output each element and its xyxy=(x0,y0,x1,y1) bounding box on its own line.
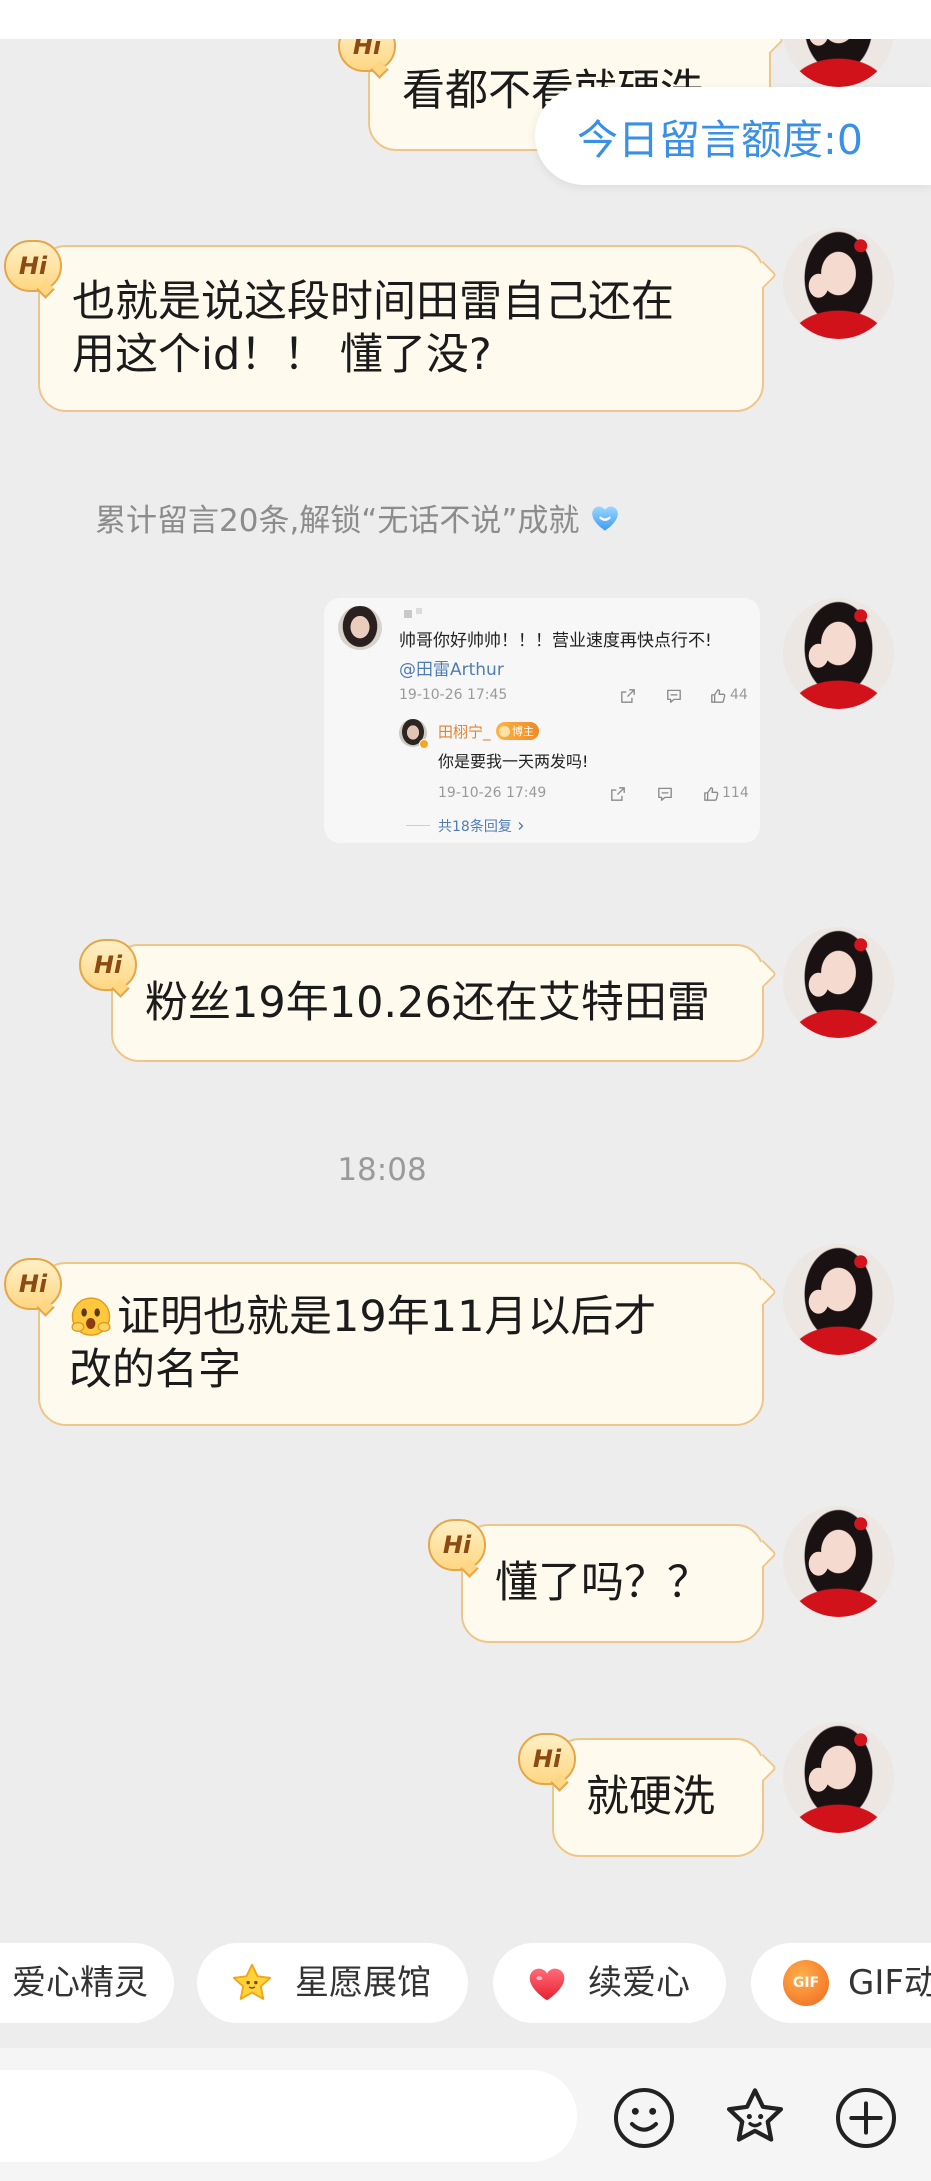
message-input[interactable] xyxy=(0,2070,577,2162)
quick-action-label: GIF动 xyxy=(848,1963,931,2003)
message-bubble[interactable]: 也就是说这段时间田雷自己还在 用这个id！！ 懂了没? xyxy=(38,245,764,412)
message-text: 粉丝19年10.26还在艾特田雷 xyxy=(145,977,710,1028)
quick-action-gif[interactable]: GIF GIF动 xyxy=(751,1943,931,2023)
hi-badge: Hi xyxy=(428,1519,486,1571)
chat-timestamp: 18:08 xyxy=(337,1152,427,1188)
sender-avatar[interactable] xyxy=(783,927,894,1038)
blurred-name-pixel xyxy=(416,608,422,614)
hi-badge: Hi xyxy=(4,240,62,292)
like-icon xyxy=(704,787,719,801)
message-text-line: 也就是说这段时间田雷自己还在 xyxy=(72,276,674,327)
sender-avatar[interactable] xyxy=(783,1506,894,1617)
mouth-covering-face-icon xyxy=(71,1296,111,1336)
comment-like-count: 44 xyxy=(730,687,748,703)
author-badge-label: 博主 xyxy=(512,725,534,738)
more-replies-label: 共18条回复 xyxy=(438,819,512,835)
message-text-line: 证明也就是19年11月以后才 xyxy=(69,1291,738,1344)
heart-icon xyxy=(529,1968,565,2001)
commenter-avatar xyxy=(338,606,382,650)
plus-circle-icon[interactable] xyxy=(834,2086,898,2150)
sender-avatar[interactable] xyxy=(783,228,894,339)
message-text: 懂了吗？？ xyxy=(495,1558,710,1608)
image-message[interactable]: 帅哥你好帅帅！！！营业速度再快点行不! @田雷Arthur 19-10-26 1… xyxy=(324,598,760,843)
hi-badge: Hi xyxy=(518,1733,576,1785)
message-bubble[interactable]: 懂了吗？？ xyxy=(461,1524,764,1643)
emoji-smiley-icon[interactable] xyxy=(612,2086,676,2150)
reply-author: 田栩宁_ xyxy=(438,723,491,741)
quick-action-star-gallery[interactable]: 星愿展馆 xyxy=(197,1943,468,2023)
quick-action-renew-love[interactable]: 续爱心 xyxy=(493,1943,726,2023)
blue-heart-icon xyxy=(592,506,619,531)
comment-icon xyxy=(658,787,672,801)
reply-like-count: 114 xyxy=(722,785,749,801)
blurred-name-pixel xyxy=(404,610,412,618)
message-bubble[interactable]: 就硬洗 xyxy=(552,1738,764,1857)
message-text-line: 改的名字 xyxy=(69,1345,241,1395)
message-bubble[interactable]: 证明也就是19年11月以后才 改的名字 xyxy=(38,1262,764,1426)
daily-quota-label: 今日留言额度:0 xyxy=(577,116,863,164)
gif-icon: GIF xyxy=(783,1960,829,2006)
share-icon xyxy=(621,689,635,703)
message-text-line: 用这个id！！ 懂了没? xyxy=(72,329,492,380)
badge-face-icon xyxy=(499,725,510,737)
star-icon xyxy=(232,1963,272,2000)
daily-quota-pill: 今日留言额度:0 xyxy=(535,87,931,185)
quick-action-label: 星愿展馆 xyxy=(295,1963,431,2003)
comment-mention: @田雷Arthur xyxy=(399,660,504,680)
message-text: 就硬洗 xyxy=(586,1772,715,1822)
hi-badge: Hi xyxy=(4,1258,62,1310)
reply-time: 19-10-26 17:49 xyxy=(438,785,547,801)
message-bubble[interactable]: 粉丝19年10.26还在艾特田雷 xyxy=(111,944,764,1062)
sender-avatar[interactable] xyxy=(783,598,894,709)
like-icon xyxy=(711,689,726,703)
quick-action-label: 续爱心 xyxy=(588,1963,690,2003)
chevron-right-icon xyxy=(518,822,524,830)
top-bar xyxy=(0,0,931,39)
quick-action-love-sprite[interactable]: 爱心精灵 xyxy=(0,1943,174,2023)
sender-avatar[interactable] xyxy=(783,1722,894,1833)
comment-icon xyxy=(667,689,681,703)
star-sticker-icon[interactable] xyxy=(721,2084,789,2152)
reply-text: 你是要我一天两发吗! xyxy=(438,752,589,771)
more-replies-link: 共18条回复 xyxy=(438,816,526,836)
message-text: 证明也就是19年11月以后才 xyxy=(117,1292,657,1342)
achievement-notice: 累计留言20条,解锁“无话不说”成就 xyxy=(95,497,623,539)
comment-time: 19-10-26 17:45 xyxy=(399,687,508,703)
hi-badge: Hi xyxy=(79,939,137,991)
quick-action-label: 爱心精灵 xyxy=(12,1963,148,2003)
sender-avatar[interactable] xyxy=(783,1244,894,1355)
verified-badge-icon xyxy=(419,739,429,749)
author-badge: 博主 xyxy=(496,722,539,740)
replies-divider xyxy=(406,825,430,826)
achievement-notice-text: 累计留言20条,解锁“无话不说”成就 xyxy=(95,502,580,539)
share-icon xyxy=(611,787,625,801)
comment-text: 帅哥你好帅帅！！！营业速度再快点行不! xyxy=(399,631,712,651)
